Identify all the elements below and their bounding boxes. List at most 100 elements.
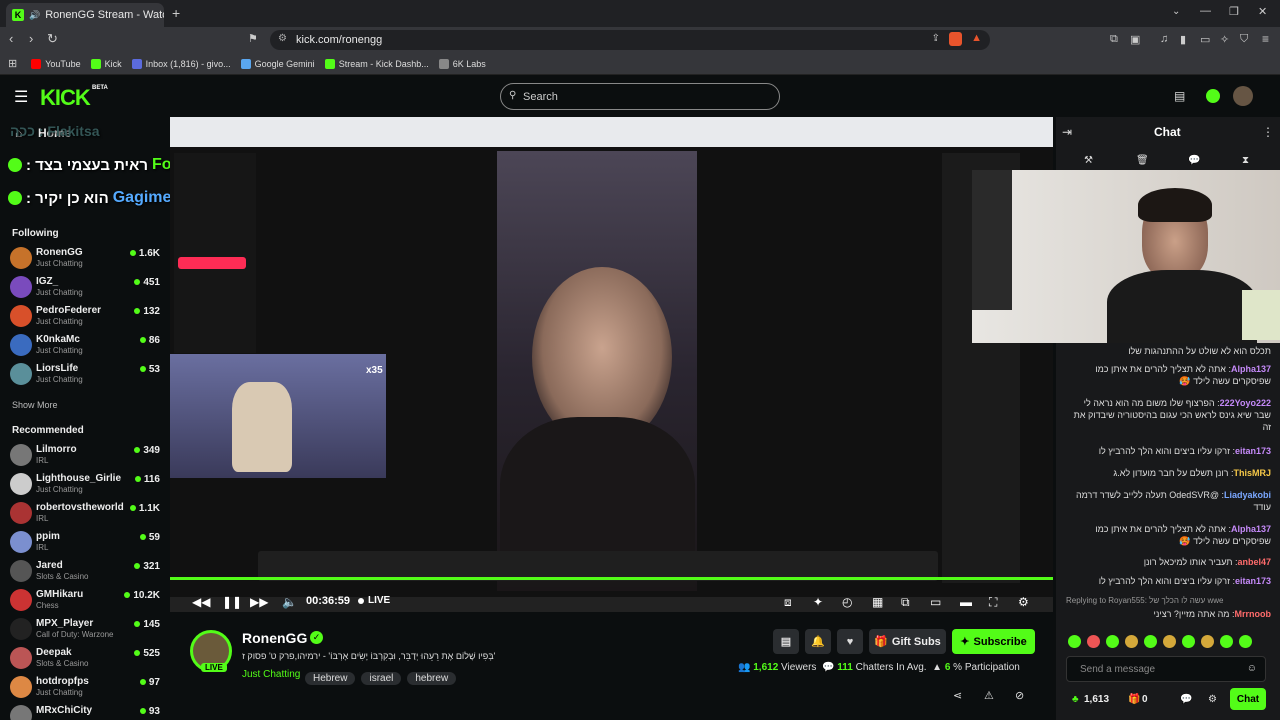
sidebar-channel-recommended[interactable]: Deepak Slots & Casino 525 [0, 645, 168, 673]
trash-icon[interactable]: 🗑 [1136, 155, 1149, 166]
site-info-icon[interactable]: ⚙ [278, 33, 287, 44]
subscribe-button[interactable]: ✦ Subscribe [952, 629, 1035, 654]
sidebar-channel-recommended[interactable]: Lighthouse_Girlie Just Chatting 116 [0, 471, 168, 499]
chat-username[interactable]: Liadyakobi [1224, 490, 1271, 500]
gift-count-chat[interactable]: 0 [1142, 694, 1148, 705]
report-icon[interactable]: ⚠ [984, 689, 994, 702]
kick-logo[interactable]: KICK [40, 85, 91, 111]
emote-icon[interactable] [1087, 635, 1100, 648]
hamburger-menu-icon[interactable]: ☰ [14, 87, 28, 107]
emote-icon[interactable] [1163, 635, 1176, 648]
sidebar-channel-following[interactable]: K0nkaMc Just Chatting 86 [0, 332, 168, 360]
reload-icon[interactable]: ↻ [47, 31, 58, 47]
emote-icon[interactable] [1144, 635, 1157, 648]
sidebar-channel-recommended[interactable]: GMHikaru Chess 10.2K [0, 587, 168, 615]
bookmark-icon[interactable]: ⚑ [248, 32, 258, 45]
playlist-button[interactable]: ▤ [773, 629, 799, 654]
minimize-icon[interactable]: — [1200, 5, 1211, 17]
bookmark-kick[interactable]: Kick [90, 58, 122, 69]
brave-rewards-icon[interactable]: ▲ [971, 32, 982, 44]
user-avatar[interactable] [1233, 86, 1253, 106]
chat-settings-icon[interactable]: ⚙ [1208, 694, 1217, 705]
more-icon[interactable]: ⋮ [1262, 125, 1274, 139]
browser-tab[interactable]: K 🔊 RonenGG Stream - Watch Live ✕ [6, 3, 164, 27]
tag-israel[interactable]: israel [361, 672, 402, 685]
emote-icon[interactable] [1125, 635, 1138, 648]
cast-icon[interactable]: ▭ [930, 595, 941, 609]
tab-search-icon[interactable]: ⌄ [1172, 6, 1180, 17]
media-icon[interactable]: ♫ [1160, 33, 1168, 45]
bookmark-kick-dashboard[interactable]: Stream - Kick Dashb... [324, 58, 429, 69]
back-icon[interactable]: ‹ [9, 31, 13, 46]
volume-icon[interactable]: 🔈 [282, 595, 297, 609]
chat-username[interactable]: anbel47 [1237, 557, 1271, 567]
chat-username[interactable]: Alpha137 [1231, 524, 1271, 534]
hourglass-icon[interactable]: ⧗ [1242, 155, 1249, 166]
emote-icon[interactable] [1182, 635, 1195, 648]
sidebar-channel-recommended[interactable]: MPX_Player Call of Duty: Warzone 145 [0, 616, 168, 644]
vpn-icon[interactable]: ⛉ [1240, 33, 1248, 46]
notifications-button[interactable]: 🔔 [805, 629, 831, 654]
sidebar-channel-recommended[interactable]: ppim IRL 59 [0, 529, 168, 557]
chat-username[interactable]: eitan173 [1235, 446, 1271, 456]
rewind-icon[interactable]: ◀◀ [192, 595, 210, 609]
theater-mode-icon[interactable]: ▬ [960, 595, 972, 609]
fullscreen-icon[interactable]: ⛶ [989, 595, 997, 610]
extensions-icon[interactable]: ⧉ [1110, 33, 1118, 46]
rewind-stream-icon[interactable]: ◴ [842, 595, 852, 609]
chat-username[interactable]: eitan173 [1235, 576, 1271, 586]
pip-icon[interactable]: ⧉ [901, 595, 910, 610]
live-indicator[interactable]: LIVE [368, 595, 390, 606]
search-input[interactable]: ⚲ Search [500, 83, 780, 110]
emote-icon[interactable] [1106, 635, 1119, 648]
sidebar-channel-recommended[interactable]: Lilmorro IRL 349 [0, 442, 168, 470]
emote-icon[interactable] [1201, 635, 1214, 648]
chat-bubble-icon[interactable]: 💬 [1180, 694, 1192, 705]
points-count[interactable]: 1,613 [1084, 694, 1109, 705]
follow-button[interactable]: ♥ [837, 629, 863, 654]
sidebar-icon[interactable]: ▮ [1180, 33, 1186, 46]
chat-username[interactable]: 222Yoyo222 [1220, 398, 1271, 408]
video-player[interactable]: x35 ◀◀ ❚❚ ▶▶ 🔈 00:36:59 LIVE ⧈ ✦ ◴ ▦ ⧉ ▭… [170, 117, 1053, 612]
sidebar-channel-recommended[interactable]: MRxChiCity 93 [0, 703, 168, 720]
clip-icon[interactable]: ⧈ [784, 595, 792, 610]
sidebar-channel-recommended[interactable]: Jared Slots & Casino 321 [0, 558, 168, 586]
mod-hammer-icon[interactable]: ⚒ [1084, 155, 1093, 166]
show-more-link[interactable]: Show More [12, 400, 58, 410]
bookmark-inbox[interactable]: Inbox (1,816) - givo... [131, 58, 231, 69]
sparkle-icon[interactable]: ✦ [813, 595, 823, 609]
gift-subs-button[interactable]: 🎁 Gift Subs [869, 629, 946, 654]
emote-icon[interactable] [1239, 635, 1252, 648]
sidebar-channel-recommended[interactable]: hotdropfps Just Chatting 97 [0, 674, 168, 702]
sidebar-channel-following[interactable]: LiorsLife Just Chatting 53 [0, 361, 168, 389]
sidebar-channel-following[interactable]: IGZ_ Just Chatting 451 [0, 274, 168, 302]
stats-icon[interactable]: ▦ [872, 595, 883, 609]
url-field[interactable]: ⚙ kick.com/ronengg ⇪ ▲ [270, 30, 990, 50]
new-tab-button[interactable]: + [172, 5, 180, 21]
streamer-name[interactable]: RonenGG [242, 630, 307, 646]
sidebar-channel-recommended[interactable]: robertovstheworld IRL 1.1K [0, 500, 168, 528]
emoji-icon[interactable]: ☺ [1247, 663, 1257, 674]
forward-icon[interactable]: ▶▶ [250, 595, 268, 609]
chat-input[interactable]: Send a message ☺ [1066, 656, 1266, 682]
emote-icon[interactable] [1220, 635, 1233, 648]
share-icon[interactable]: ⇪ [932, 33, 940, 44]
close-window-icon[interactable]: ✕ [1258, 5, 1267, 18]
emote-icon[interactable] [1068, 635, 1081, 648]
collapse-chat-icon[interactable]: ⇥ [1062, 125, 1072, 139]
screenshot-icon[interactable]: ▣ [1130, 33, 1140, 46]
bookmark-gemini[interactable]: Google Gemini [240, 58, 315, 69]
tag-hebrew[interactable]: Hebrew [305, 672, 356, 685]
chat-bubble-icon[interactable]: 💬 [1188, 155, 1200, 166]
dashboard-icon[interactable]: ▤ [1174, 89, 1185, 103]
bookmark-6k-labs[interactable]: 6K Labs [438, 58, 486, 69]
maximize-icon[interactable]: ❐ [1229, 5, 1239, 18]
sidebar-channel-following[interactable]: RonenGG Just Chatting 1.6K [0, 245, 168, 273]
stream-category[interactable]: Just Chatting [242, 669, 300, 680]
share-icon[interactable]: ⋖ [953, 689, 962, 702]
apps-icon[interactable]: ⊞ [8, 57, 17, 70]
pause-icon[interactable]: ❚❚ [222, 595, 242, 609]
menu-icon[interactable]: ≡ [1262, 32, 1269, 46]
progress-bar[interactable] [170, 577, 1053, 580]
bookmark-youtube[interactable]: YouTube [31, 58, 81, 69]
